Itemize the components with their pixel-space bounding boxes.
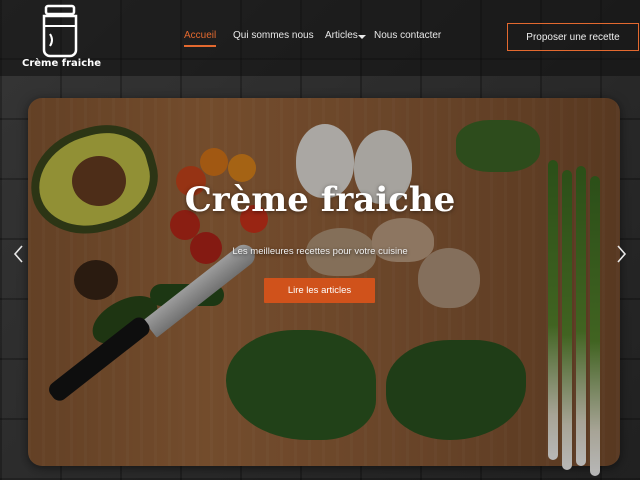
navbar: Crème fraiche Accueil Qui sommes nous Ar… [0,0,640,76]
chevron-down-icon[interactable] [358,35,366,39]
carousel-next-button[interactable] [612,244,630,264]
hero-title: Crème fraiche [184,180,456,220]
chevron-left-icon [13,245,23,263]
nav-item-nous-contacter[interactable]: Nous contacter [374,30,441,41]
carousel-prev-button[interactable] [10,244,28,264]
chevron-right-icon [617,245,627,263]
hero-subtitle: Les meilleures recettes pour votre cuisi… [232,246,408,257]
propose-recipe-button[interactable]: Proposer une recette [507,23,639,51]
nav-item-qui-sommes-nous[interactable]: Qui sommes nous [233,30,314,41]
logo-text: Crème fraiche [22,58,102,69]
site-logo[interactable]: Crème fraiche [22,4,102,72]
jar-icon [42,4,78,58]
nav-item-accueil[interactable]: Accueil [184,30,217,47]
read-articles-button[interactable]: Lire les articles [264,278,375,303]
nav-item-articles[interactable]: Articles [325,30,358,41]
